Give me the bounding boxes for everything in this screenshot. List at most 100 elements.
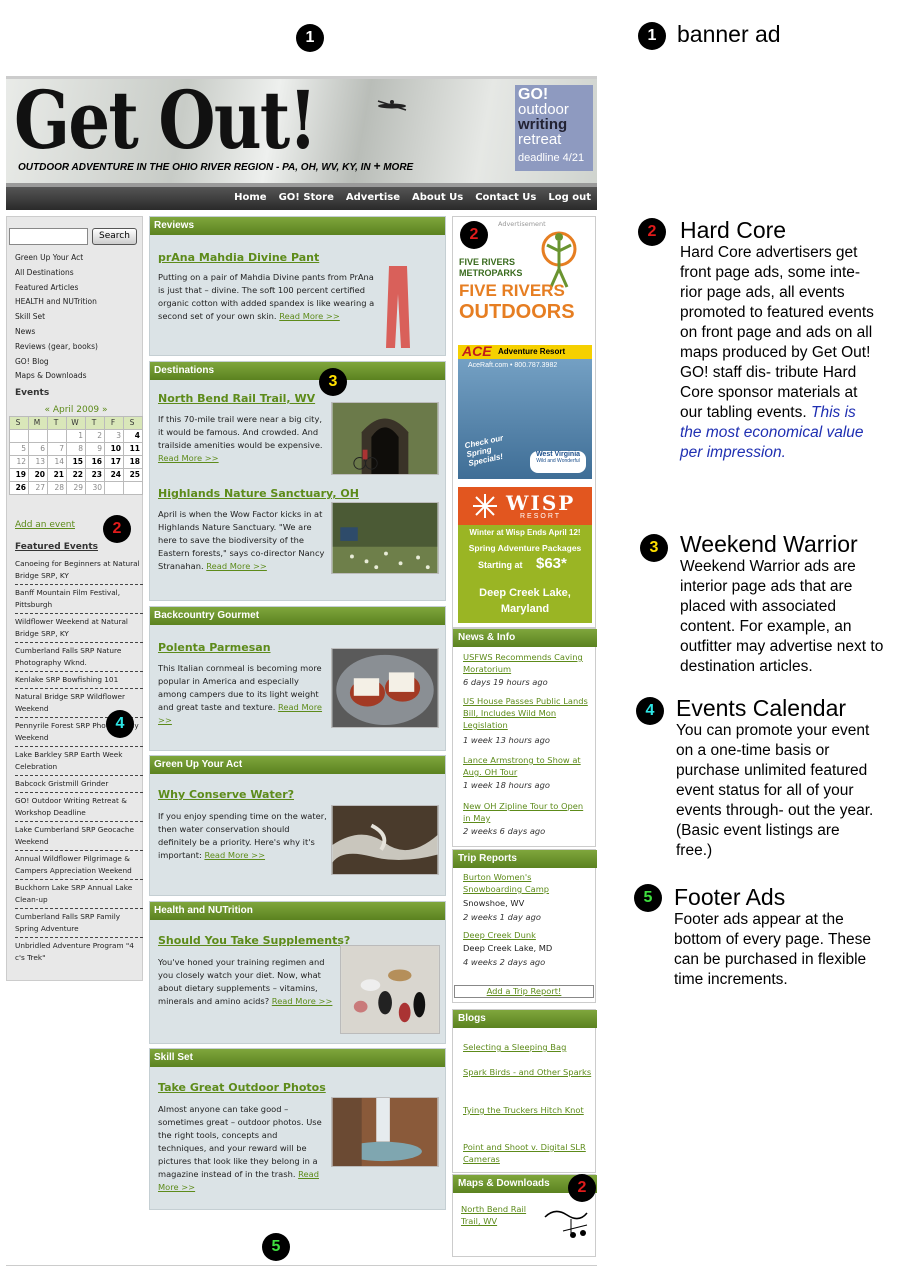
calendar-day: 12 xyxy=(9,455,29,469)
calendar-day-header: S xyxy=(123,416,143,430)
nav-store[interactable]: GO! Store xyxy=(279,192,334,203)
trail-map-icon[interactable] xyxy=(543,1203,589,1241)
article-title[interactable]: North Bend Rail Trail, WV xyxy=(158,392,315,405)
legend-weekend-title: Weekend Warrior xyxy=(680,531,858,557)
featured-event-item[interactable]: Lake Cumberland SRP Geocache Weekend xyxy=(15,822,143,851)
search-input[interactable] xyxy=(9,228,88,245)
events-heading: Events xyxy=(15,388,50,398)
calendar-day-event[interactable]: 25 xyxy=(123,468,143,482)
calendar-day xyxy=(123,481,143,495)
featured-event-item[interactable]: Canoeing for Beginners at Natural Bridge… xyxy=(15,556,143,585)
article-title[interactable]: Should You Take Supplements? xyxy=(158,934,350,947)
calendar-day-header: W xyxy=(66,416,86,430)
calendar-day-event[interactable]: 24 xyxy=(104,468,124,482)
featured-event-item[interactable]: Cumberland Falls SRP Family Spring Adven… xyxy=(15,909,143,938)
featured-event-item[interactable]: Banff Mountain Film Festival, Pittsburgh xyxy=(15,585,143,614)
read-more-link[interactable]: Read More >> xyxy=(204,850,265,860)
article-title[interactable]: Take Great Outdoor Photos xyxy=(158,1081,326,1094)
news-box: News & Info USFWS Recommends Caving Mora… xyxy=(452,628,597,847)
left-nav-item[interactable]: Maps & Downloads xyxy=(15,368,98,383)
calendar-month[interactable]: « April 2009 » xyxy=(9,405,143,415)
trip-report-link[interactable]: Deep Creek Dunk xyxy=(463,929,593,941)
tunnel-image xyxy=(331,402,439,475)
featured-event-item[interactable]: Wildflower Weekend at Natural Bridge SRP… xyxy=(15,614,143,643)
left-nav-item[interactable]: HEALTH and NUTrition xyxy=(15,294,98,309)
news-item-link[interactable]: USFWS Recommends Caving Moratorium xyxy=(463,651,593,675)
map-download-link[interactable]: North Bend Rail Trail, WV xyxy=(461,1203,536,1227)
add-event-link[interactable]: Add an event xyxy=(15,520,75,530)
search-button[interactable]: Search xyxy=(92,228,137,245)
calendar-day-event[interactable]: 11 xyxy=(123,442,143,456)
site-header: Get Out! OUTDOOR ADVENTURE IN THE OHIO R… xyxy=(6,76,597,183)
trip-reports-box: Trip Reports Burton Women's Snowboarding… xyxy=(452,849,597,1003)
article-title[interactable]: Highlands Nature Sanctuary, OH xyxy=(158,487,359,500)
legend-marker-4: 4 xyxy=(636,697,664,725)
blog-link[interactable]: Selecting a Sleeping Bag xyxy=(463,1041,593,1053)
calendar-day-event[interactable]: 17 xyxy=(104,455,124,469)
ad-panel: Advertisement FIVE RIVERS METROPARKS FIV… xyxy=(452,216,596,628)
nav-home[interactable]: Home xyxy=(234,192,266,203)
calendar-day-event[interactable]: 23 xyxy=(85,468,105,482)
blog-link[interactable]: Point and Shoot v. Digital SLR Cameras xyxy=(463,1141,593,1165)
footer-ad-area xyxy=(6,1265,597,1275)
add-trip-report-button[interactable]: Add a Trip Report! xyxy=(454,985,594,998)
site-logo[interactable]: Get Out! xyxy=(14,79,317,165)
news-item-link[interactable]: New OH Zipline Tour to Open in May xyxy=(463,800,593,824)
read-more-link[interactable]: Read More >> xyxy=(206,561,267,571)
featured-event-item[interactable]: Annual Wildflower Pilgrimage & Campers A… xyxy=(15,851,143,880)
read-more-link[interactable]: Read More >> xyxy=(279,311,340,321)
legend-events-body: You can promote your event on a one-time… xyxy=(676,722,874,859)
news-item-link[interactable]: Lance Armstrong to Show at Aug. OH Tour xyxy=(463,754,593,778)
calendar-day-event[interactable]: 4 xyxy=(123,429,143,443)
left-nav-item[interactable]: Skill Set xyxy=(15,309,98,324)
featured-event-item[interactable]: Buckhorn Lake SRP Annual Lake Clean-up xyxy=(15,880,143,909)
article-title[interactable]: prAna Mahdia Divine Pant xyxy=(158,251,319,264)
left-nav-item[interactable]: News xyxy=(15,324,98,339)
left-nav-item[interactable]: Featured Articles xyxy=(15,280,98,295)
featured-event-item[interactable]: Cumberland Falls SRP Nature Photography … xyxy=(15,643,143,672)
calendar-day: 1 xyxy=(66,429,86,443)
calendar-day: 30 xyxy=(85,481,105,495)
featured-event-item[interactable]: GO! Outdoor Writing Retreat & Workshop D… xyxy=(15,793,143,822)
featured-event-item[interactable]: Lake Barkley SRP Earth Week Celebration xyxy=(15,747,143,776)
calendar-day-event[interactable]: 19 xyxy=(9,468,29,482)
left-nav-item[interactable]: All Destinations xyxy=(15,265,98,280)
section-heading: Skill Set xyxy=(150,1049,445,1067)
legend-events: Events Calendar You can promote your eve… xyxy=(676,696,876,861)
calendar-day-event[interactable]: 21 xyxy=(47,468,67,482)
read-more-link[interactable]: Read More >> xyxy=(272,996,333,1006)
nav-advertise[interactable]: Advertise xyxy=(346,192,400,203)
nav-about[interactable]: About Us xyxy=(412,192,463,203)
article-title[interactable]: Why Conserve Water? xyxy=(158,788,294,801)
ace-resort-ad[interactable]: ACE Adventure Resort AceRaft.com • 800.7… xyxy=(458,343,592,479)
featured-event-item[interactable]: Unbridled Adventure Program "4 c's Trek" xyxy=(15,938,143,966)
calendar-day-event[interactable]: 20 xyxy=(28,468,48,482)
marker-5-footer: 5 xyxy=(262,1233,290,1261)
blog-link[interactable]: Tying the Truckers Hitch Knot xyxy=(463,1104,593,1116)
calendar-day-event[interactable]: 18 xyxy=(123,455,143,469)
featured-event-item[interactable]: Babcock Gristmill Grinder xyxy=(15,776,143,793)
nav-logout[interactable]: Log out xyxy=(548,192,591,203)
calendar-day-event[interactable]: 26 xyxy=(9,481,29,495)
featured-event-item[interactable]: Kenlake SRP Bowfishing 101 xyxy=(15,672,143,689)
calendar-day-event[interactable]: 10 xyxy=(104,442,124,456)
blog-link[interactable]: Spark Birds - and Other Sparks xyxy=(463,1066,593,1078)
calendar-day xyxy=(104,481,124,495)
article-text: If you enjoy spending time on the water,… xyxy=(158,811,327,860)
calendar-day-event[interactable]: 16 xyxy=(85,455,105,469)
polenta-image xyxy=(331,648,439,728)
news-item-link[interactable]: US House Passes Public Lands Bill, Inclu… xyxy=(463,695,593,731)
wisp-resort-ad[interactable]: WISP RESORT Winter at Wisp Ends April 12… xyxy=(458,487,592,623)
calendar-day-event[interactable]: 22 xyxy=(66,468,86,482)
left-sidebar: Search Green Up Your Act All Destination… xyxy=(6,216,143,981)
left-nav-item[interactable]: GO! Blog xyxy=(15,354,98,369)
supplements-image xyxy=(340,945,440,1034)
left-nav-item[interactable]: Reviews (gear, books) xyxy=(15,339,98,354)
left-nav-item[interactable]: Green Up Your Act xyxy=(15,250,98,265)
calendar-day-event[interactable]: 15 xyxy=(66,455,86,469)
nav-contact[interactable]: Contact Us xyxy=(475,192,536,203)
trip-report-link[interactable]: Burton Women's Snowboarding Camp xyxy=(463,871,593,895)
writing-retreat-promo[interactable]: GO! outdoor writing retreat deadline 4/2… xyxy=(515,85,593,171)
read-more-link[interactable]: Read More >> xyxy=(158,453,219,463)
article-title[interactable]: Polenta Parmesan xyxy=(158,641,271,654)
